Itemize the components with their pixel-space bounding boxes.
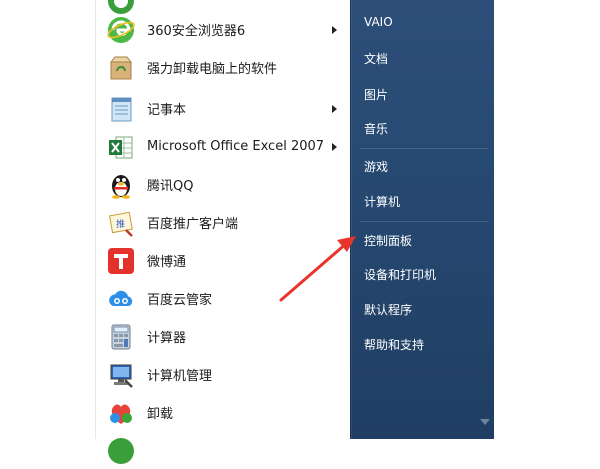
annotation-arrow xyxy=(279,236,356,302)
green-app-icon xyxy=(106,436,136,466)
